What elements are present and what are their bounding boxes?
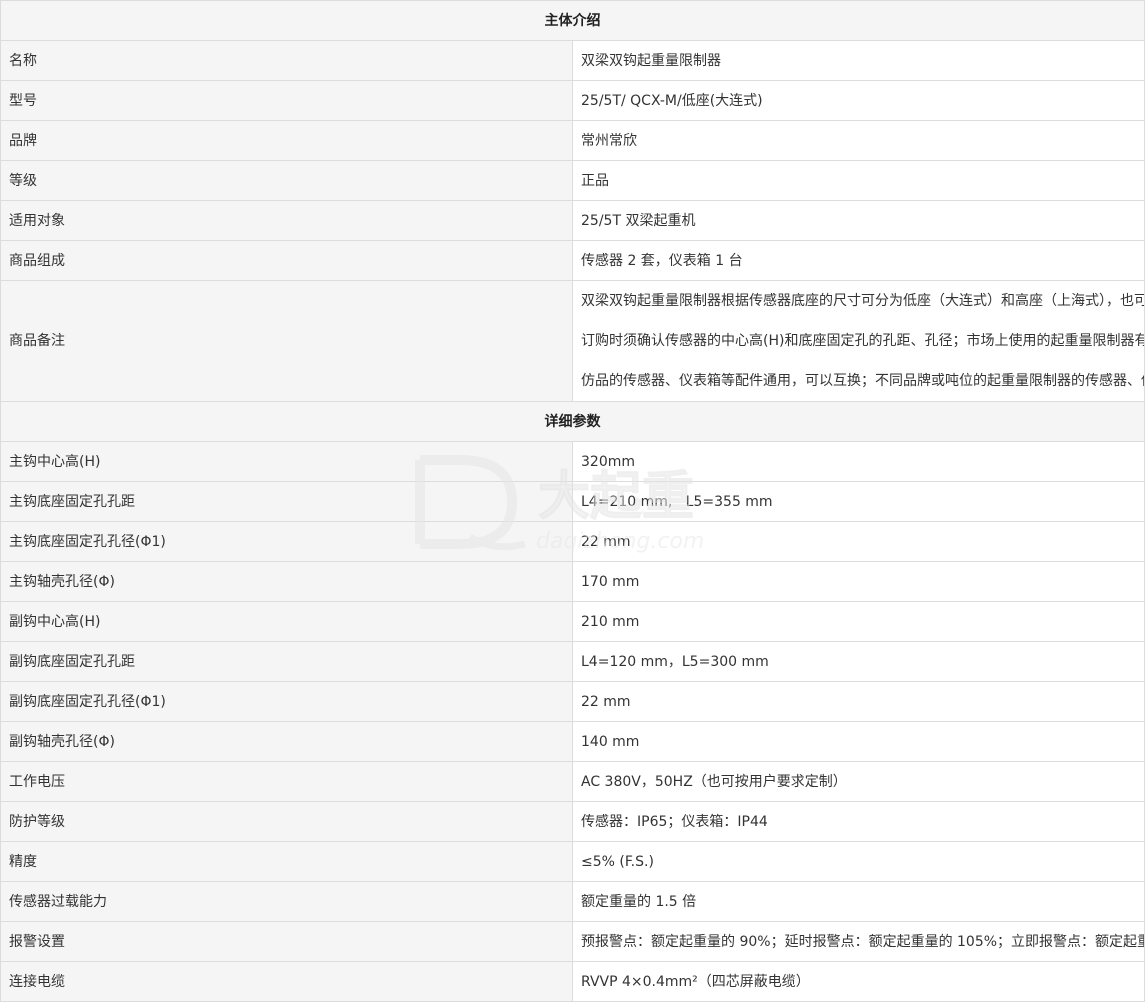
row-value: ≤5% (F.S.): [572, 841, 1145, 882]
row-label: 工作电压: [0, 761, 573, 802]
row-value: 正品: [572, 160, 1145, 201]
table-row: 适用对象 25/5T 双梁起重机: [0, 200, 1145, 241]
row-label: 主钩中心高(H): [0, 441, 573, 482]
row-label: 名称: [0, 40, 573, 81]
row-label: 型号: [0, 80, 573, 121]
row-value: L4=120 mm，L5=300 mm: [572, 641, 1145, 682]
row-label: 副钩底座固定孔孔径(Φ1): [0, 681, 573, 722]
row-value: L4=210 mm, L5=355 mm: [572, 481, 1145, 522]
row-value: 140 mm: [572, 721, 1145, 762]
spec-table: 主体介绍 名称 双梁双钩起重量限制器 型号 25/5T/ QCX-M/低座(大连…: [0, 0, 1145, 1002]
table-row: 副钩中心高(H) 210 mm: [0, 601, 1145, 642]
table-row: 副钩底座固定孔孔距 L4=120 mm，L5=300 mm: [0, 641, 1145, 682]
table-row: 型号 25/5T/ QCX-M/低座(大连式): [0, 80, 1145, 121]
row-value: 210 mm: [572, 601, 1145, 642]
row-value: 预报警点：额定起重量的 90%；延时报警点：额定起重量的 105%；立即报警点：…: [572, 921, 1145, 962]
note-line: 仿品的传感器、仪表箱等配件通用，可以互换；不同品牌或吨位的起重量限制器的传感器、…: [581, 373, 1145, 389]
table-row: 主钩底座固定孔孔距 L4=210 mm, L5=355 mm: [0, 481, 1145, 522]
table-row: 工作电压 AC 380V，50HZ（也可按用户要求定制）: [0, 761, 1145, 802]
note-line: 双梁双钩起重量限制器根据传感器底座的尺寸可分为低座（大连式）和高座（上海式），也…: [581, 293, 1144, 309]
row-label: 主钩底座固定孔孔径(Φ1): [0, 521, 573, 562]
row-label: 品牌: [0, 120, 573, 161]
section-header-detail: 详细参数: [0, 401, 1145, 442]
row-value: AC 380V，50HZ（也可按用户要求定制）: [572, 761, 1145, 802]
row-label: 商品组成: [0, 240, 573, 281]
row-value: 170 mm: [572, 561, 1145, 602]
row-value: 双梁双钩起重量限制器: [572, 40, 1145, 81]
row-value: 22 mm: [572, 681, 1145, 722]
section-header-main: 主体介绍: [0, 0, 1145, 41]
table-row: 报警设置 预报警点：额定起重量的 90%；延时报警点：额定起重量的 105%；立…: [0, 921, 1145, 962]
table-row: 副钩底座固定孔孔径(Φ1) 22 mm: [0, 681, 1145, 722]
row-value: 25/5T/ QCX-M/低座(大连式): [572, 80, 1145, 121]
row-label: 等级: [0, 160, 573, 201]
table-row: 防护等级 传感器：IP65；仪表箱：IP44: [0, 801, 1145, 842]
table-row: 精度 ≤5% (F.S.): [0, 841, 1145, 882]
table-row: 主钩中心高(H) 320mm: [0, 441, 1145, 482]
row-value: RVVP 4×0.4mm²（四芯屏蔽电缆）: [572, 961, 1145, 1002]
row-label: 报警设置: [0, 921, 573, 962]
row-value: 常州常欣: [572, 120, 1145, 161]
row-label: 主钩轴壳孔径(Φ): [0, 561, 573, 602]
table-row: 传感器过载能力 额定重量的 1.5 倍: [0, 881, 1145, 922]
notes-value: 双梁双钩起重量限制器根据传感器底座的尺寸可分为低座（大连式）和高座（上海式），也…: [572, 280, 1145, 402]
row-label: 精度: [0, 841, 573, 882]
table-row: 连接电缆 RVVP 4×0.4mm²（四芯屏蔽电缆）: [0, 961, 1145, 1002]
table-row: 主钩轴壳孔径(Φ) 170 mm: [0, 561, 1145, 602]
row-value: 320mm: [572, 441, 1145, 482]
notes-row: 商品备注 双梁双钩起重量限制器根据传感器底座的尺寸可分为低座（大连式）和高座（上…: [0, 280, 1145, 402]
row-label: 适用对象: [0, 200, 573, 241]
row-label: 连接电缆: [0, 961, 573, 1002]
table-row: 商品组成 传感器 2 套，仪表箱 1 台: [0, 240, 1145, 281]
row-value: 25/5T 双梁起重机: [572, 200, 1145, 241]
row-label: 传感器过载能力: [0, 881, 573, 922]
section-title-main: 主体介绍: [0, 0, 1145, 41]
table-row: 等级 正品: [0, 160, 1145, 201]
table-row: 名称 双梁双钩起重量限制器: [0, 40, 1145, 81]
row-label: 防护等级: [0, 801, 573, 842]
row-value: 额定重量的 1.5 倍: [572, 881, 1145, 922]
table-row: 副钩轴壳孔径(Φ) 140 mm: [0, 721, 1145, 762]
note-line: 订购时须确认传感器的中心高(H)和底座固定孔的孔距、孔径；市场上使用的起重量限制…: [581, 333, 1144, 349]
row-label: 副钩中心高(H): [0, 601, 573, 642]
row-value: 传感器 2 套，仪表箱 1 台: [572, 240, 1145, 281]
section-title-detail: 详细参数: [0, 401, 1145, 442]
row-value: 传感器：IP65；仪表箱：IP44: [572, 801, 1145, 842]
row-label: 副钩轴壳孔径(Φ): [0, 721, 573, 762]
row-label: 商品备注: [0, 280, 573, 402]
table-row: 主钩底座固定孔孔径(Φ1) 22 mm: [0, 521, 1145, 562]
row-value: 22 mm: [572, 521, 1145, 562]
table-row: 品牌 常州常欣: [0, 120, 1145, 161]
row-label: 主钩底座固定孔孔距: [0, 481, 573, 522]
row-label: 副钩底座固定孔孔距: [0, 641, 573, 682]
